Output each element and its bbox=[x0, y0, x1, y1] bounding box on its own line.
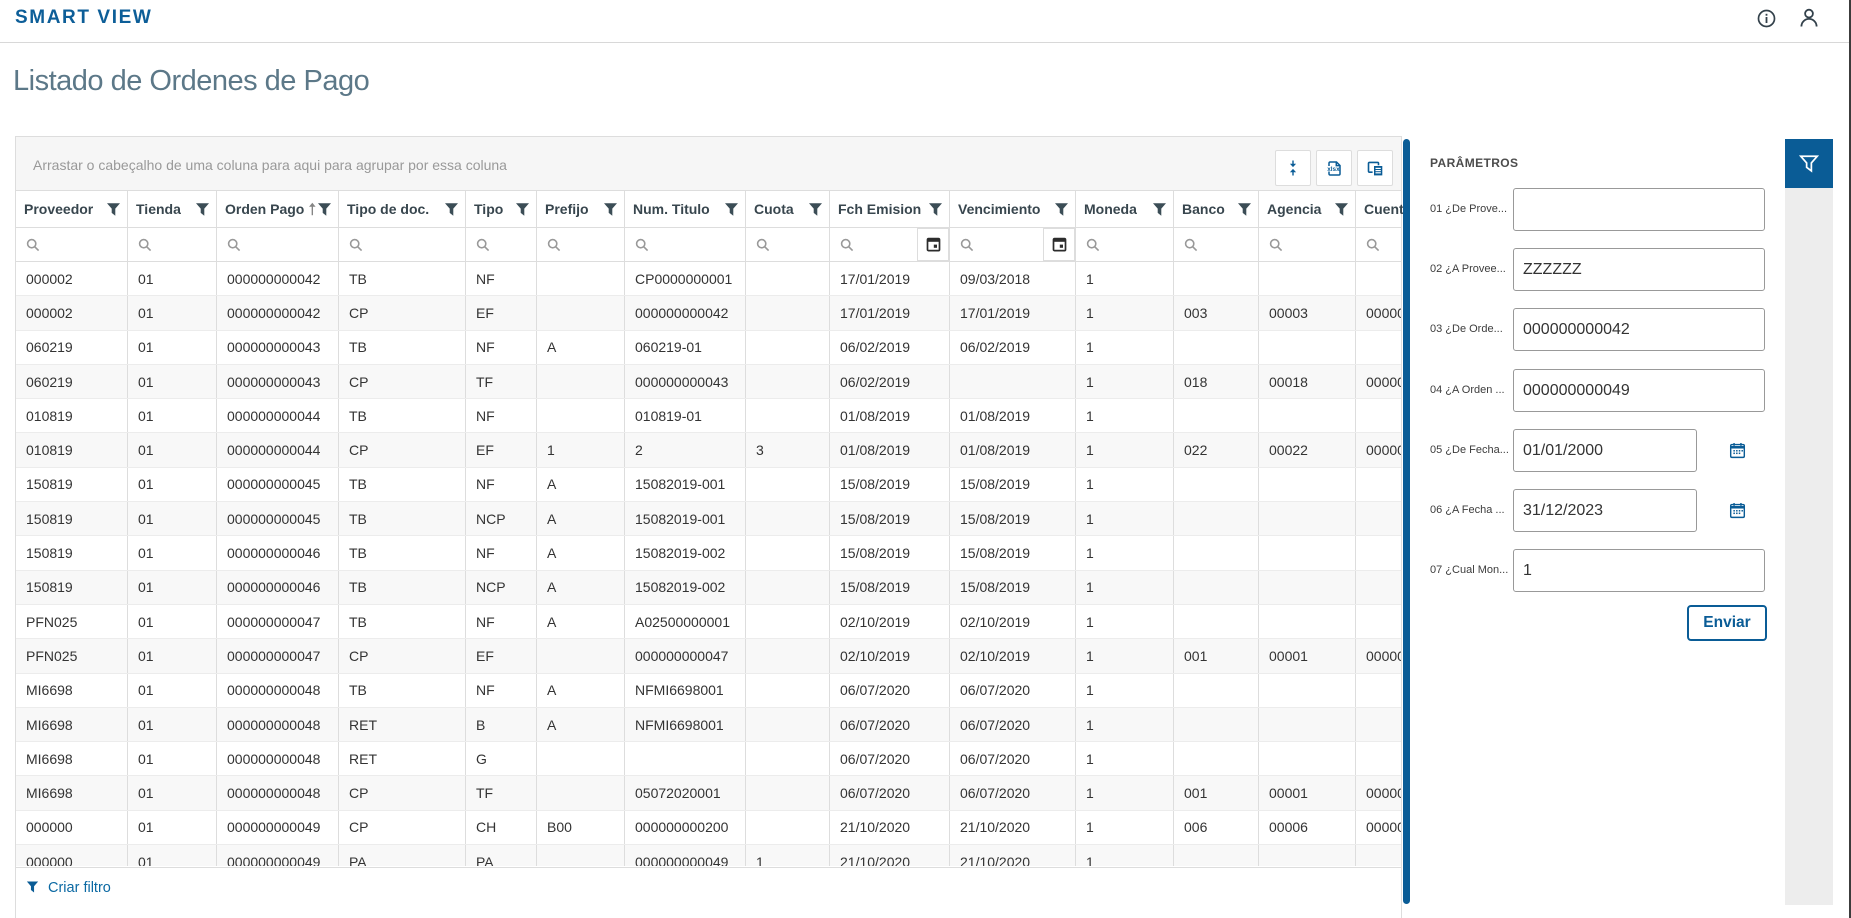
svg-text:xlsx: xlsx bbox=[1327, 165, 1340, 172]
